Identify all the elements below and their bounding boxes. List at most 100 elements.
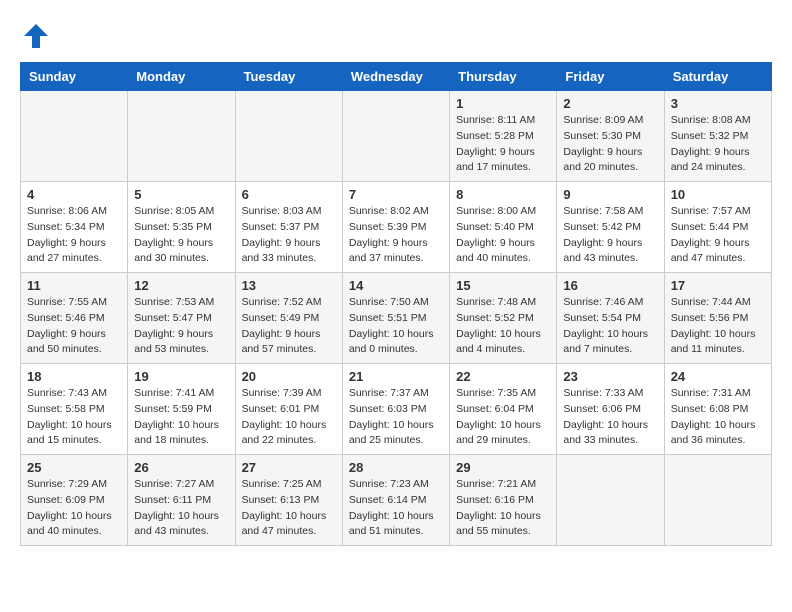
weekday-header-friday: Friday (557, 63, 664, 91)
calendar-table: SundayMondayTuesdayWednesdayThursdayFrid… (20, 62, 772, 546)
calendar-cell (342, 91, 449, 182)
calendar-week-row: 4 Sunrise: 8:06 AMSunset: 5:34 PMDaylight… (21, 182, 772, 273)
day-info: Sunrise: 7:43 AMSunset: 5:58 PMDaylight:… (27, 386, 121, 449)
calendar-cell: 18 Sunrise: 7:43 AMSunset: 5:58 PMDayligh… (21, 364, 128, 455)
calendar-cell: 4 Sunrise: 8:06 AMSunset: 5:34 PMDaylight… (21, 182, 128, 273)
day-number: 8 (456, 187, 550, 202)
page-header (20, 20, 772, 52)
day-number: 23 (563, 369, 657, 384)
day-info: Sunrise: 7:33 AMSunset: 6:06 PMDaylight:… (563, 386, 657, 449)
day-info: Sunrise: 8:08 AMSunset: 5:32 PMDaylight:… (671, 113, 765, 176)
logo-icon (20, 20, 52, 52)
day-number: 15 (456, 278, 550, 293)
day-info: Sunrise: 7:44 AMSunset: 5:56 PMDaylight:… (671, 295, 765, 358)
day-info: Sunrise: 7:39 AMSunset: 6:01 PMDaylight:… (242, 386, 336, 449)
calendar-cell (235, 91, 342, 182)
day-info: Sunrise: 8:06 AMSunset: 5:34 PMDaylight:… (27, 204, 121, 267)
calendar-cell: 19Sunrise: 7:41 AMSunset: 5:59 PMDayligh… (128, 364, 235, 455)
calendar-cell: 13 Sunrise: 7:52 AMSunset: 5:49 PMDayligh… (235, 273, 342, 364)
calendar-cell (21, 91, 128, 182)
day-info: Sunrise: 8:09 AMSunset: 5:30 PMDaylight:… (563, 113, 657, 176)
day-info: Sunrise: 7:35 AMSunset: 6:04 PMDaylight:… (456, 386, 550, 449)
calendar-cell: 14Sunrise: 7:50 AMSunset: 5:51 PMDayligh… (342, 273, 449, 364)
day-number: 11 (27, 278, 121, 293)
day-info: Sunrise: 7:31 AMSunset: 6:08 PMDaylight:… (671, 386, 765, 449)
calendar-cell (664, 455, 771, 546)
day-info: Sunrise: 8:05 AMSunset: 5:35 PMDaylight:… (134, 204, 228, 267)
day-info: Sunrise: 7:52 AMSunset: 5:49 PMDaylight:… (242, 295, 336, 358)
day-number: 25 (27, 460, 121, 475)
calendar-week-row: 25 Sunrise: 7:29 AMSunset: 6:09 PMDayligh… (21, 455, 772, 546)
weekday-header-saturday: Saturday (664, 63, 771, 91)
day-number: 4 (27, 187, 121, 202)
day-number: 29 (456, 460, 550, 475)
day-number: 16 (563, 278, 657, 293)
weekday-header-thursday: Thursday (450, 63, 557, 91)
day-number: 13 (242, 278, 336, 293)
day-number: 9 (563, 187, 657, 202)
logo (20, 20, 58, 52)
day-info: Sunrise: 7:57 AMSunset: 5:44 PMDaylight:… (671, 204, 765, 267)
day-number: 27 (242, 460, 336, 475)
day-info: Sunrise: 7:50 AMSunset: 5:51 PMDaylight:… (349, 295, 443, 358)
calendar-cell: 16 Sunrise: 7:46 AMSunset: 5:54 PMDayligh… (557, 273, 664, 364)
day-number: 17 (671, 278, 765, 293)
day-number: 28 (349, 460, 443, 475)
day-info: Sunrise: 8:00 AMSunset: 5:40 PMDaylight:… (456, 204, 550, 267)
calendar-cell: 1 Sunrise: 8:11 AMSunset: 5:28 PMDaylight… (450, 91, 557, 182)
calendar-cell: 26 Sunrise: 7:27 AMSunset: 6:11 PMDayligh… (128, 455, 235, 546)
calendar-cell: 22 Sunrise: 7:35 AMSunset: 6:04 PMDayligh… (450, 364, 557, 455)
day-number: 12 (134, 278, 228, 293)
day-info: Sunrise: 7:37 AMSunset: 6:03 PMDaylight:… (349, 386, 443, 449)
day-info: Sunrise: 8:11 AMSunset: 5:28 PMDaylight:… (456, 113, 550, 176)
day-info: Sunrise: 7:25 AMSunset: 6:13 PMDaylight:… (242, 477, 336, 540)
day-number: 3 (671, 96, 765, 111)
day-info: Sunrise: 8:02 AMSunset: 5:39 PMDaylight:… (349, 204, 443, 267)
calendar-cell: 17 Sunrise: 7:44 AMSunset: 5:56 PMDayligh… (664, 273, 771, 364)
calendar-week-row: 11 Sunrise: 7:55 AMSunset: 5:46 PMDayligh… (21, 273, 772, 364)
day-number: 19 (134, 369, 228, 384)
day-number: 10 (671, 187, 765, 202)
calendar-cell: 3 Sunrise: 8:08 AMSunset: 5:32 PMDaylight… (664, 91, 771, 182)
calendar-week-row: 18 Sunrise: 7:43 AMSunset: 5:58 PMDayligh… (21, 364, 772, 455)
day-number: 18 (27, 369, 121, 384)
day-info: Sunrise: 7:46 AMSunset: 5:54 PMDaylight:… (563, 295, 657, 358)
calendar-cell: 21 Sunrise: 7:37 AMSunset: 6:03 PMDayligh… (342, 364, 449, 455)
calendar-cell: 15 Sunrise: 7:48 AMSunset: 5:52 PMDayligh… (450, 273, 557, 364)
weekday-header-wednesday: Wednesday (342, 63, 449, 91)
calendar-cell: 8 Sunrise: 8:00 AMSunset: 5:40 PMDaylight… (450, 182, 557, 273)
calendar-cell: 12 Sunrise: 7:53 AMSunset: 5:47 PMDayligh… (128, 273, 235, 364)
weekday-header-monday: Monday (128, 63, 235, 91)
day-number: 22 (456, 369, 550, 384)
day-info: Sunrise: 7:53 AMSunset: 5:47 PMDaylight:… (134, 295, 228, 358)
day-info: Sunrise: 7:23 AMSunset: 6:14 PMDaylight:… (349, 477, 443, 540)
weekday-header-sunday: Sunday (21, 63, 128, 91)
day-number: 2 (563, 96, 657, 111)
calendar-cell: 10 Sunrise: 7:57 AMSunset: 5:44 PMDayligh… (664, 182, 771, 273)
day-info: Sunrise: 7:58 AMSunset: 5:42 PMDaylight:… (563, 204, 657, 267)
day-number: 24 (671, 369, 765, 384)
day-info: Sunrise: 7:55 AMSunset: 5:46 PMDaylight:… (27, 295, 121, 358)
calendar-cell (557, 455, 664, 546)
calendar-cell: 9 Sunrise: 7:58 AMSunset: 5:42 PMDaylight… (557, 182, 664, 273)
calendar-cell: 7Sunrise: 8:02 AMSunset: 5:39 PMDaylight… (342, 182, 449, 273)
day-number: 21 (349, 369, 443, 384)
calendar-cell: 25 Sunrise: 7:29 AMSunset: 6:09 PMDayligh… (21, 455, 128, 546)
calendar-cell: 27 Sunrise: 7:25 AMSunset: 6:13 PMDayligh… (235, 455, 342, 546)
weekday-header-tuesday: Tuesday (235, 63, 342, 91)
day-number: 26 (134, 460, 228, 475)
weekday-header-row: SundayMondayTuesdayWednesdayThursdayFrid… (21, 63, 772, 91)
calendar-cell: 6Sunrise: 8:03 AMSunset: 5:37 PMDaylight… (235, 182, 342, 273)
calendar-cell: 23 Sunrise: 7:33 AMSunset: 6:06 PMDayligh… (557, 364, 664, 455)
day-info: Sunrise: 7:48 AMSunset: 5:52 PMDaylight:… (456, 295, 550, 358)
day-number: 20 (242, 369, 336, 384)
day-info: Sunrise: 7:21 AMSunset: 6:16 PMDaylight:… (456, 477, 550, 540)
day-number: 1 (456, 96, 550, 111)
calendar-cell: 20 Sunrise: 7:39 AMSunset: 6:01 PMDayligh… (235, 364, 342, 455)
calendar-cell: 29 Sunrise: 7:21 AMSunset: 6:16 PMDayligh… (450, 455, 557, 546)
day-number: 6 (242, 187, 336, 202)
calendar-cell: 24 Sunrise: 7:31 AMSunset: 6:08 PMDayligh… (664, 364, 771, 455)
day-info: Sunrise: 7:27 AMSunset: 6:11 PMDaylight:… (134, 477, 228, 540)
day-number: 5 (134, 187, 228, 202)
day-info: Sunrise: 7:29 AMSunset: 6:09 PMDaylight:… (27, 477, 121, 540)
